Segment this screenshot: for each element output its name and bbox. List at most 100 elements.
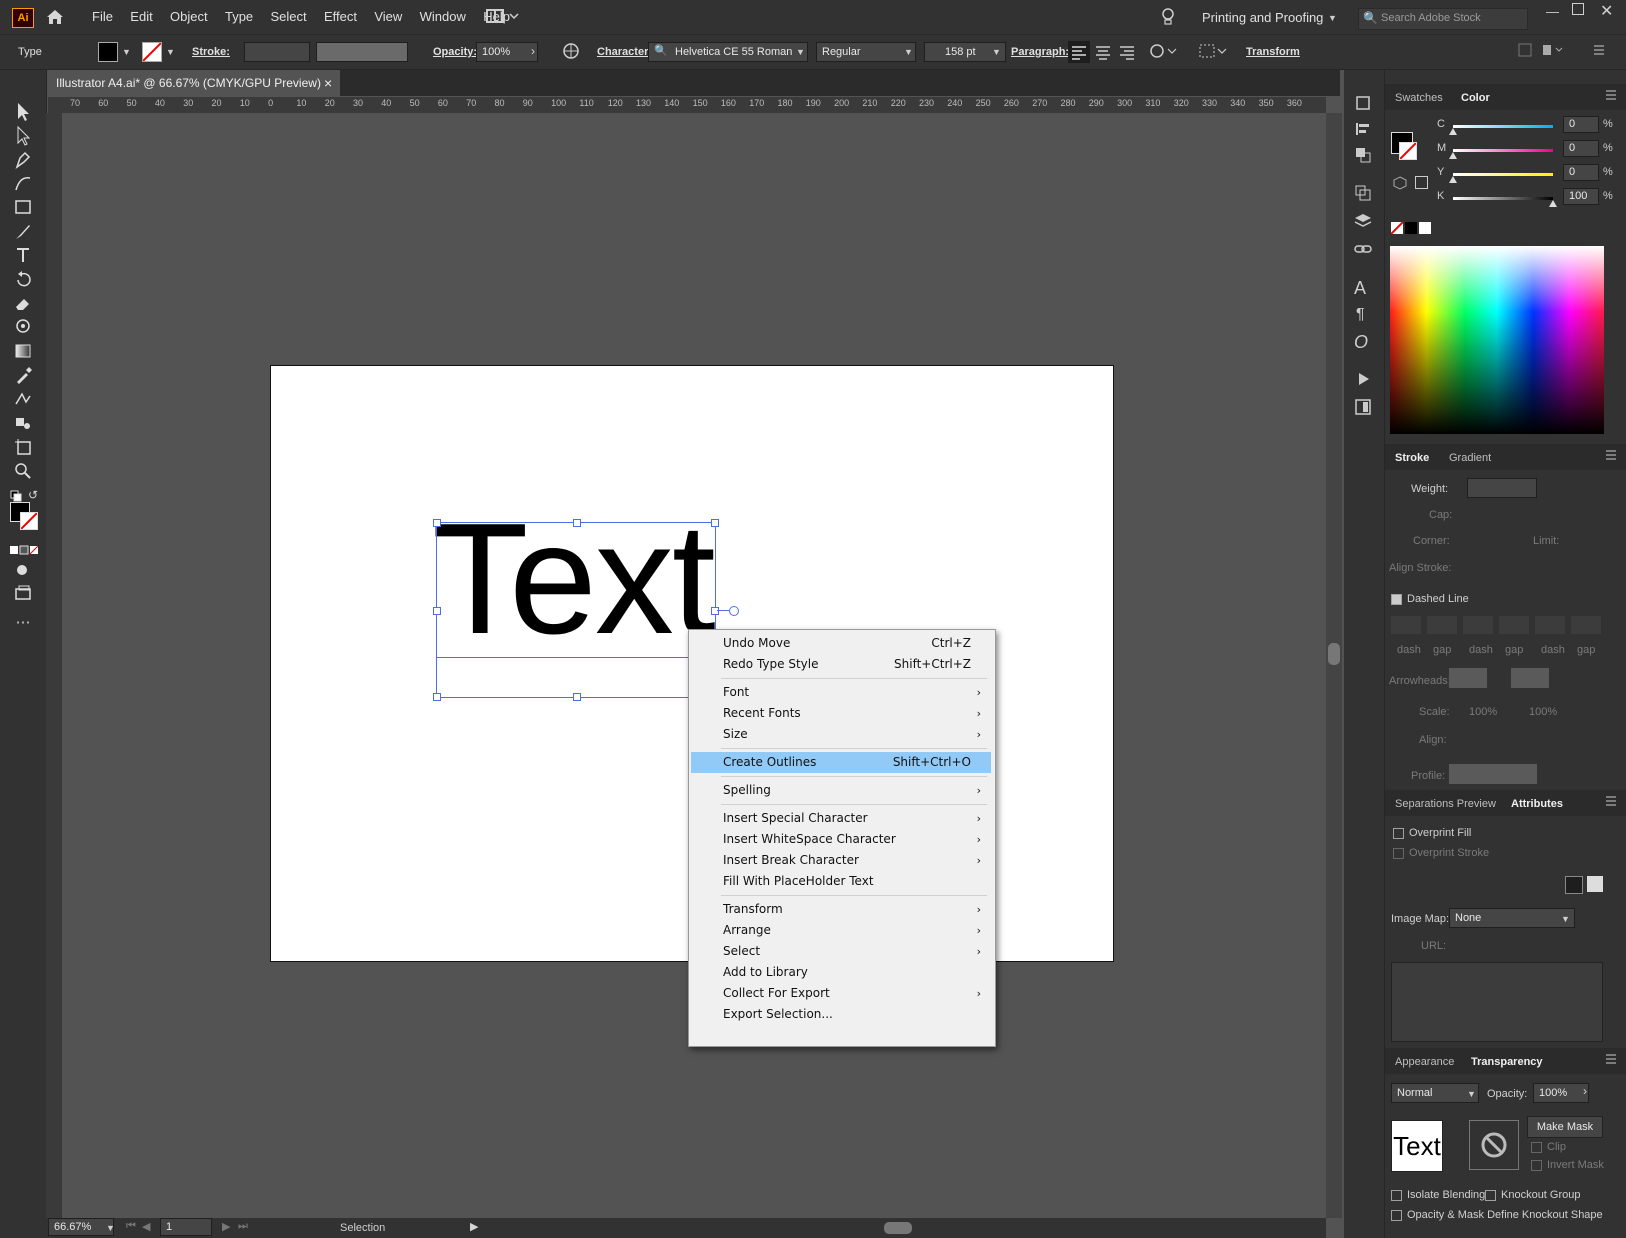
font-family-chevron-icon[interactable]: ▼ bbox=[796, 47, 805, 57]
cmyk-slider-thumb[interactable] bbox=[1449, 176, 1457, 183]
distribute-icon[interactable] bbox=[1542, 43, 1566, 60]
dash-gap-field[interactable] bbox=[1391, 616, 1421, 634]
object-thumbnail[interactable]: Text bbox=[1391, 1120, 1443, 1172]
tab-separations-preview[interactable]: Separations Preview bbox=[1395, 798, 1496, 810]
tab-appearance[interactable]: Appearance bbox=[1395, 1056, 1454, 1068]
close-tab-button[interactable]: × bbox=[324, 70, 332, 96]
opacity-chevron-right-icon[interactable]: › bbox=[1583, 1084, 1587, 1098]
symbol-sprayer-tool-icon[interactable] bbox=[12, 412, 34, 434]
stock-search-field[interactable]: 🔍 Search Adobe Stock bbox=[1358, 8, 1528, 30]
puppet-warp-tool-icon[interactable] bbox=[12, 316, 34, 338]
transform-link[interactable]: Transform bbox=[1246, 46, 1300, 58]
overprint-fill-checkbox[interactable] bbox=[1393, 828, 1404, 839]
gradient-tool-icon[interactable] bbox=[12, 340, 34, 362]
dash-gap-field[interactable] bbox=[1571, 616, 1601, 634]
cmyk-value-field[interactable]: 100 bbox=[1563, 188, 1599, 205]
arrange-documents-icon[interactable] bbox=[486, 8, 520, 29]
evenodd-winding-button[interactable] bbox=[1587, 876, 1603, 892]
context-menu-item-insert-special-character[interactable]: Insert Special Character › bbox=[691, 808, 991, 829]
vertical-scrollbar[interactable] bbox=[1326, 113, 1342, 1218]
fill-chevron-icon[interactable]: ▼ bbox=[122, 47, 131, 57]
align-right-button[interactable] bbox=[1116, 41, 1138, 66]
resize-handle[interactable] bbox=[433, 519, 441, 527]
tab-stroke[interactable]: Stroke bbox=[1395, 452, 1429, 464]
weight-field[interactable] bbox=[1467, 478, 1537, 498]
first-artboard-icon[interactable]: ⏮ bbox=[126, 1220, 136, 1233]
cmyk-slider-track[interactable] bbox=[1453, 149, 1553, 152]
font-style-field[interactable]: Regular bbox=[816, 42, 916, 62]
dash-gap-field[interactable] bbox=[1499, 616, 1529, 634]
status-menu-arrow-icon[interactable]: ▶ bbox=[470, 1220, 478, 1233]
none-color-chip[interactable] bbox=[1390, 221, 1404, 237]
menu-type[interactable]: Type bbox=[225, 9, 253, 24]
mask-thumbnail[interactable] bbox=[1469, 1120, 1519, 1170]
context-menu-item-recent-fonts[interactable]: Recent Fonts › bbox=[691, 703, 991, 724]
clip-checkbox[interactable] bbox=[1531, 1142, 1542, 1153]
document-tab[interactable]: Illustrator A4.ai* @ 66.67% (CMYK/GPU Pr… bbox=[48, 70, 340, 96]
image-map-select[interactable]: None bbox=[1449, 908, 1575, 928]
tab-transparency[interactable]: Transparency bbox=[1471, 1056, 1543, 1068]
knockout-group-checkbox[interactable] bbox=[1485, 1190, 1496, 1201]
eyedropper-tool-icon[interactable] bbox=[12, 364, 34, 386]
stroke-panel-menu-icon[interactable] bbox=[1605, 449, 1617, 464]
color-mode-icons[interactable] bbox=[10, 544, 39, 558]
context-menu-item-insert-whitespace-character[interactable]: Insert WhiteSpace Character › bbox=[691, 829, 991, 850]
maximize-button[interactable] bbox=[1572, 3, 1584, 15]
variable-width-field[interactable] bbox=[316, 42, 408, 62]
menu-view[interactable]: View bbox=[374, 9, 402, 24]
tab-color[interactable]: Color bbox=[1461, 92, 1490, 104]
actions-panel-icon[interactable] bbox=[1354, 370, 1372, 391]
cmyk-value-field[interactable]: 0 bbox=[1563, 116, 1599, 133]
align-panel-icon[interactable] bbox=[1354, 120, 1372, 141]
start-arrowhead-select[interactable] bbox=[1449, 668, 1487, 688]
cmyk-slider-track[interactable] bbox=[1453, 197, 1553, 200]
end-arrowhead-select[interactable] bbox=[1511, 668, 1549, 688]
lightbulb-icon[interactable] bbox=[1160, 7, 1176, 30]
context-menu-item-create-outlines[interactable]: Create Outlines Shift+Ctrl+O bbox=[691, 752, 991, 773]
opacity-field[interactable]: 100% bbox=[476, 42, 538, 62]
context-menu-item-collect-for-export[interactable]: Collect For Export › bbox=[691, 983, 991, 1004]
stroke-label[interactable]: Stroke: bbox=[192, 46, 230, 58]
next-artboard-icon[interactable]: ▶ bbox=[222, 1220, 230, 1233]
white-color-chip[interactable] bbox=[1419, 222, 1431, 234]
context-menu-item-size[interactable]: Size › bbox=[691, 724, 991, 745]
blend-tool-icon[interactable] bbox=[12, 388, 34, 410]
overprint-stroke-checkbox[interactable] bbox=[1393, 848, 1404, 859]
context-menu-item-undo-move[interactable]: Undo Move Ctrl+Z bbox=[691, 633, 991, 654]
selection-tool-icon[interactable] bbox=[12, 100, 34, 122]
context-menu-item-export-selection[interactable]: Export Selection... bbox=[691, 1004, 991, 1025]
transform-panel-icon[interactable] bbox=[1354, 184, 1372, 205]
resize-handle[interactable] bbox=[711, 519, 719, 527]
resize-handle[interactable] bbox=[711, 607, 719, 615]
dash-gap-field[interactable] bbox=[1463, 616, 1493, 634]
color-stroke-swatch[interactable] bbox=[1399, 142, 1417, 160]
blend-mode-select[interactable]: Normal bbox=[1391, 1083, 1479, 1103]
context-menu-item-fill-with-placeholder-text[interactable]: Fill With PlaceHolder Text bbox=[691, 871, 991, 892]
zoom-chevron-icon[interactable]: ▼ bbox=[106, 1223, 115, 1233]
dash-gap-field[interactable] bbox=[1535, 616, 1565, 634]
paragraph-label[interactable]: Paragraph: bbox=[1011, 46, 1069, 58]
menu-file[interactable]: File bbox=[92, 9, 113, 24]
black-color-chip[interactable] bbox=[1405, 222, 1417, 234]
context-menu-item-insert-break-character[interactable]: Insert Break Character › bbox=[691, 850, 991, 871]
web-safe-icon[interactable] bbox=[1415, 176, 1428, 189]
isolate-blending-checkbox[interactable] bbox=[1391, 1190, 1402, 1201]
minimize-button[interactable]: — bbox=[1546, 4, 1559, 19]
tab-gradient[interactable]: Gradient bbox=[1449, 452, 1491, 464]
font-style-chevron-icon[interactable]: ▼ bbox=[904, 47, 913, 57]
cmyk-value-field[interactable]: 0 bbox=[1563, 164, 1599, 181]
curvature-tool-icon[interactable] bbox=[12, 172, 34, 194]
menu-select[interactable]: Select bbox=[271, 9, 307, 24]
resize-handle[interactable] bbox=[573, 519, 581, 527]
resize-handle[interactable] bbox=[433, 607, 441, 615]
cmyk-value-field[interactable]: 0 bbox=[1563, 140, 1599, 157]
font-family-field[interactable]: Helvetica CE 55 Roman bbox=[648, 42, 808, 62]
dashed-line-checkbox[interactable] bbox=[1391, 594, 1402, 605]
opentype-icon[interactable] bbox=[1148, 42, 1178, 63]
rotate-tool-icon[interactable] bbox=[12, 268, 34, 290]
stroke-chevron-icon[interactable]: ▼ bbox=[166, 47, 175, 57]
font-size-chevron-icon[interactable]: ▼ bbox=[992, 47, 1001, 57]
horizontal-scroll-thumb[interactable] bbox=[884, 1222, 912, 1234]
stroke-swatch[interactable] bbox=[142, 42, 162, 62]
type-tool-icon[interactable] bbox=[12, 244, 34, 266]
